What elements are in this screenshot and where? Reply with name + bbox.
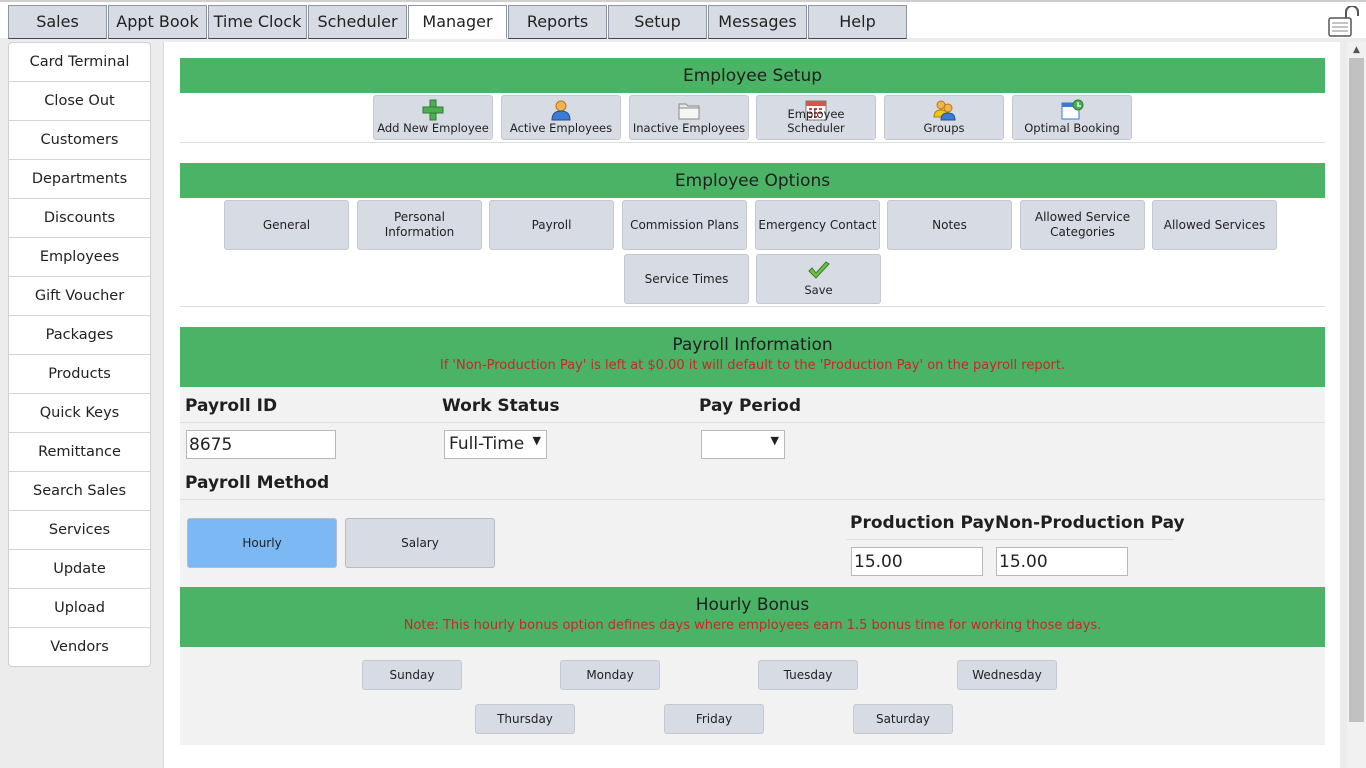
option-payroll-button[interactable]: Payroll [489,200,614,250]
sidebar-item-remittance[interactable]: Remittance [9,433,150,472]
option-allowed-services-button[interactable]: Allowed Services [1152,200,1277,250]
folder-icon [678,103,700,120]
work-status-value: Full-Time [449,434,525,454]
scroll-up-arrow-icon[interactable]: ▲ [1347,42,1366,58]
employee-options-header: Employee Options [180,163,1325,198]
sidebar-item-search-sales[interactable]: Search Sales [9,472,150,511]
pay-period-select[interactable]: ▼ [701,430,785,459]
sidebar-item-update[interactable]: Update [9,550,150,589]
option-allowed-service-categories-button[interactable]: Allowed Service Categories [1020,200,1145,250]
sidebar-item-discounts[interactable]: Discounts [9,199,150,238]
groups-button[interactable]: Groups [884,95,1004,140]
person-icon [551,100,571,121]
top-nav-bar: Sales Appt Book Time Clock Scheduler Man… [0,0,1366,39]
tab-time-clock[interactable]: Time Clock [208,5,307,39]
tab-manager[interactable]: Manager [408,5,507,39]
day-saturday-button[interactable]: Saturday [853,704,953,734]
day-thursday-button[interactable]: Thursday [475,704,575,734]
day-wednesday-button[interactable]: Wednesday [957,660,1057,690]
optimal-booking-label: Optimal Booking [1024,121,1120,135]
option-personal-information-button[interactable]: Personal Information [357,200,482,250]
divider [180,142,1325,143]
payroll-information-note: If 'Non-Production Pay' is left at $0.00… [439,358,1066,373]
inactive-employees-label: Inactive Employees [632,121,746,135]
non-production-pay-label: Non-Production Pay [995,513,1185,533]
employee-options-title: Employee Options [674,171,831,191]
employee-setup-header: Employee Setup [180,58,1325,93]
day-tuesday-button[interactable]: Tuesday [758,660,858,690]
sidebar-item-packages[interactable]: Packages [9,316,150,355]
sidebar-item-customers[interactable]: Customers [9,121,150,160]
main-content: Employee Setup Add New Employee Active E… [163,42,1340,768]
active-employees-label: Active Employees [509,121,613,135]
inactive-employees-button[interactable]: Inactive Employees [629,95,749,140]
divider [846,539,1174,540]
option-service-times-button[interactable]: Service Times [624,254,749,304]
dropdown-arrow-icon: ▼ [770,434,779,447]
tab-messages[interactable]: Messages [708,5,807,39]
save-button[interactable]: Save [756,254,881,304]
production-pay-field[interactable] [851,547,983,576]
sidebar-item-close-out[interactable]: Close Out [9,82,150,121]
payroll-information-title: Payroll Information [672,335,833,355]
option-commission-plans-button[interactable]: Commission Plans [622,200,747,250]
sidebar-item-quick-keys[interactable]: Quick Keys [9,394,150,433]
work-status-label: Work Status [442,396,560,416]
add-plus-icon [422,99,444,121]
hourly-method-button[interactable]: Hourly [187,518,337,568]
unlock-icon[interactable] [1326,6,1360,38]
divider [180,422,1325,423]
option-emergency-contact-button[interactable]: Emergency Contact [755,200,880,250]
employee-scheduler-button[interactable]: Employee Scheduler [756,95,876,140]
tab-setup[interactable]: Setup [608,5,707,39]
employee-scheduler-label: Employee Scheduler [787,107,845,135]
group-icon [933,100,956,121]
tab-scheduler[interactable]: Scheduler [308,5,407,39]
add-new-employee-label: Add New Employee [377,121,489,135]
production-pay-label: Production Pay [850,513,995,533]
hourly-bonus-header: Hourly Bonus Note: This hourly bonus opt… [180,587,1325,647]
pay-period-label: Pay Period [699,396,801,416]
optimal-booking-button[interactable]: Optimal Booking [1012,95,1132,140]
payroll-information-header: Payroll Information If 'Non-Production P… [180,327,1325,387]
option-general-button[interactable]: General [224,200,349,250]
day-friday-button[interactable]: Friday [664,704,764,734]
vertical-scrollbar[interactable]: ▲ [1347,42,1366,768]
hourly-bonus-title: Hourly Bonus [695,595,810,615]
sidebar-item-vendors[interactable]: Vendors [9,628,150,666]
payroll-id-label: Payroll ID [185,396,278,416]
tab-help[interactable]: Help [808,5,907,39]
payroll-method-label: Payroll Method [185,473,330,493]
tab-reports[interactable]: Reports [508,5,607,39]
non-production-pay-field[interactable] [996,547,1128,576]
booking-icon [1061,99,1084,120]
sidebar-item-upload[interactable]: Upload [9,589,150,628]
add-new-employee-button[interactable]: Add New Employee [373,95,493,140]
groups-label: Groups [923,121,965,135]
active-employees-button[interactable]: Active Employees [501,95,621,140]
sidebar-item-employees[interactable]: Employees [9,238,150,277]
divider [180,306,1325,307]
day-sunday-button[interactable]: Sunday [362,660,462,690]
hourly-bonus-note: Note: This hourly bonus option defines d… [403,618,1102,633]
sidebar-item-services[interactable]: Services [9,511,150,550]
scrollbar-thumb[interactable] [1349,58,1364,722]
sidebar-item-card-terminal[interactable]: Card Terminal [9,43,150,82]
sidebar-item-gift-voucher[interactable]: Gift Voucher [9,277,150,316]
work-status-select[interactable]: Full-Time ▼ [444,430,547,459]
option-notes-button[interactable]: Notes [887,200,1012,250]
sidebar-item-products[interactable]: Products [9,355,150,394]
checkmark-icon [807,261,830,279]
manager-sidebar: Card Terminal Close Out Customers Depart… [8,42,151,667]
dropdown-arrow-icon: ▼ [532,434,541,447]
divider [180,499,1325,500]
day-monday-button[interactable]: Monday [560,660,660,690]
tab-sales[interactable]: Sales [8,5,107,39]
sidebar-item-departments[interactable]: Departments [9,160,150,199]
salary-method-button[interactable]: Salary [345,518,495,568]
tab-appt-book[interactable]: Appt Book [108,5,207,39]
save-label: Save [804,283,833,297]
employee-setup-title: Employee Setup [682,66,823,86]
payroll-id-field[interactable] [186,430,336,459]
